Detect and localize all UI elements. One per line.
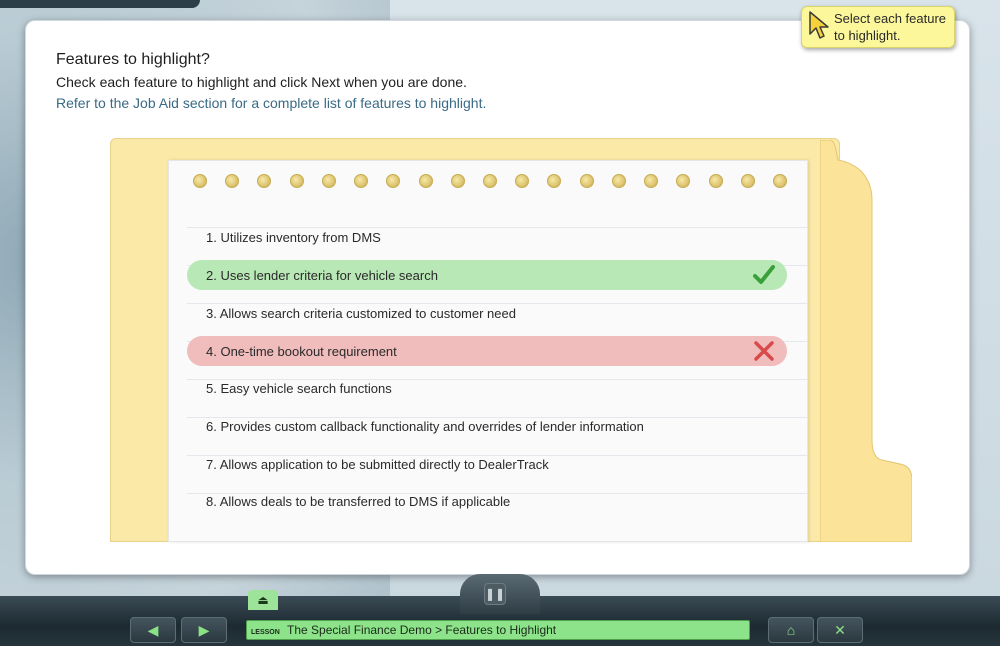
binder-hole <box>611 174 626 188</box>
feature-sheet: 1. Utilizes inventory from DMS 2. Uses l… <box>168 160 808 542</box>
arrow-right-icon: ▶ <box>198 622 210 638</box>
binder-hole <box>354 174 369 188</box>
job-aid-note: Refer to the Job Aid section for a compl… <box>56 95 487 111</box>
feature-item-6[interactable]: 6. Provides custom callback functionalit… <box>187 411 787 441</box>
feature-label: 1. Utilizes inventory from DMS <box>206 229 381 245</box>
feature-item-7[interactable]: 7. Allows application to be submitted di… <box>187 449 787 479</box>
feature-label: 6. Provides custom callback functionalit… <box>206 418 644 434</box>
eject-icon: ⏏ <box>257 593 269 607</box>
home-button[interactable]: ⌂ <box>768 617 814 643</box>
breadcrumb: LESSON The Special Finance Demo > Featur… <box>246 620 750 640</box>
feature-label: 8. Allows deals to be transferred to DMS… <box>206 493 511 509</box>
binder-hole <box>418 174 433 188</box>
close-icon: ✕ <box>834 622 846 638</box>
tooltip-text: Select each feature to highlight. <box>834 11 947 43</box>
binder-hole <box>676 174 691 188</box>
binder-hole <box>772 174 787 188</box>
binder-hole <box>386 174 401 188</box>
pause-icon: ❚❚ <box>485 587 506 601</box>
feature-label: 4. One-time bookout requirement <box>206 343 397 359</box>
instructions-text: Check each feature to highlight and clic… <box>56 74 467 90</box>
feature-item-4[interactable]: 4. One-time bookout requirement <box>187 336 787 366</box>
home-icon: ⌂ <box>786 622 796 638</box>
feature-label: 2. Uses lender criteria for vehicle sear… <box>206 267 438 283</box>
next-button[interactable]: ▶ <box>181 617 227 643</box>
cursor-icon <box>809 11 829 39</box>
checkmark-icon <box>753 265 775 284</box>
feature-label: 5. Easy vehicle search functions <box>206 380 392 396</box>
feature-item-8[interactable]: 8. Allows deals to be transferred to DMS… <box>187 486 787 516</box>
binder-hole <box>644 174 659 188</box>
breadcrumb-text: The Special Finance Demo > Features to H… <box>287 623 557 637</box>
binder-hole <box>450 174 465 188</box>
binder-hole <box>321 174 336 188</box>
feature-label: 7. Allows application to be submitted di… <box>206 456 549 472</box>
binder-holes <box>193 174 787 190</box>
binder-hole <box>708 174 723 188</box>
cross-icon <box>754 341 774 361</box>
binder-hole <box>225 174 240 188</box>
background-top-bar <box>0 0 200 8</box>
eject-button[interactable]: ⏏ <box>248 590 278 610</box>
feature-item-3[interactable]: 3. Allows search criteria customized to … <box>187 298 787 328</box>
lesson-tag: LESSON <box>251 629 280 636</box>
binder-hole <box>257 174 272 188</box>
binder-hole <box>579 174 594 188</box>
folder-tab <box>820 140 912 542</box>
tooltip: Select each feature to highlight. <box>801 6 955 48</box>
arrow-left-icon: ◀ <box>147 622 159 638</box>
exit-button[interactable]: ✕ <box>817 617 863 643</box>
page-title: Features to highlight? <box>56 51 210 68</box>
binder-hole <box>289 174 304 188</box>
prev-button[interactable]: ◀ <box>130 617 176 643</box>
binder-hole <box>515 174 530 188</box>
binder-hole <box>740 174 755 188</box>
pause-button[interactable]: ❚❚ <box>484 583 506 605</box>
feature-label: 3. Allows search criteria customized to … <box>206 305 516 321</box>
binder-hole <box>193 174 207 188</box>
binder-hole <box>547 174 562 188</box>
feature-item-2[interactable]: 2. Uses lender criteria for vehicle sear… <box>187 260 787 290</box>
feature-item-5[interactable]: 5. Easy vehicle search functions <box>187 373 787 403</box>
feature-item-1[interactable]: 1. Utilizes inventory from DMS <box>187 222 787 252</box>
binder-hole <box>482 174 497 188</box>
